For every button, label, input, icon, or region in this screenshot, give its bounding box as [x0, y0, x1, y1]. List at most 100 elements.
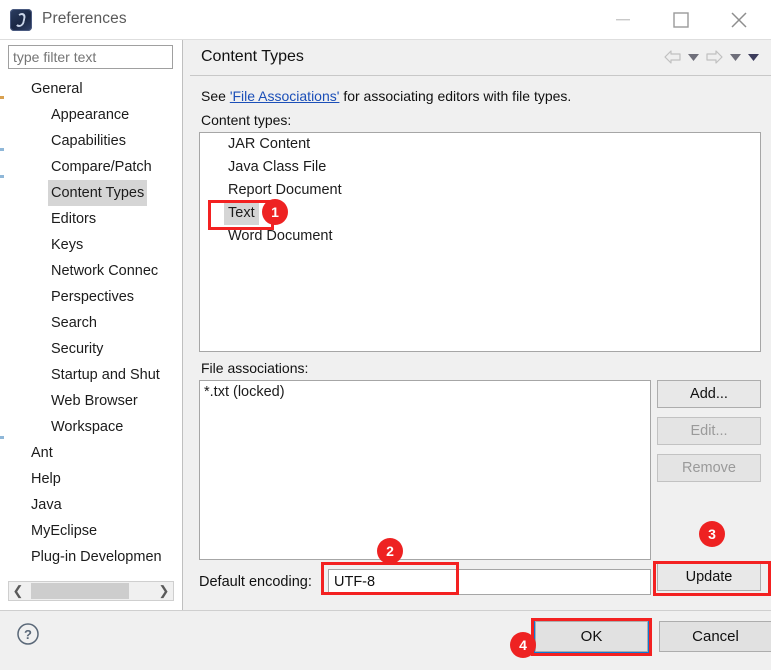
content-type-row[interactable]: Text: [200, 202, 760, 225]
content-type-row[interactable]: JAR Content: [200, 133, 760, 156]
sidebar-item-capabilities[interactable]: Capabilities: [0, 128, 183, 154]
sidebar-item-label: Security: [51, 341, 104, 357]
sidebar-item-search[interactable]: Search: [0, 310, 183, 336]
sidebar-horizontal-scrollbar[interactable]: ❮ ❯: [8, 581, 174, 601]
sidebar-item-general[interactable]: General: [0, 76, 183, 102]
sidebar-item-label: Workspace: [51, 419, 124, 435]
myeclipse-icon: [10, 9, 32, 31]
file-association-row[interactable]: *.txt (locked): [200, 381, 650, 403]
default-encoding-label: Default encoding:: [199, 574, 312, 590]
sidebar-item-label: Keys: [51, 237, 84, 253]
sidebar-item-java[interactable]: Java: [0, 492, 183, 518]
file-association-label: *.txt (locked): [204, 384, 285, 400]
update-button[interactable]: Update: [657, 563, 761, 591]
content-type-label: Java Class File: [228, 159, 327, 175]
sidebar-item-label: MyEclipse: [31, 523, 98, 539]
close-icon: [731, 11, 747, 28]
content-types-list[interactable]: JAR Content Java Class File Report Documen…: [199, 132, 761, 352]
preferences-tree[interactable]: General Appearance Capabilities Compare/Pat…: [0, 76, 183, 574]
sidebar-item-label: Java: [31, 497, 62, 513]
dialog-footer: [0, 610, 771, 670]
sidebar-item-web-browser[interactable]: Web Browser: [0, 388, 183, 414]
content-pane: Content Types See 'File Associations' fo…: [190, 40, 771, 610]
sidebar-item-content-types[interactable]: Content Types: [0, 180, 183, 206]
minimize-icon: [616, 18, 630, 20]
edit-button: Edit...: [657, 417, 761, 445]
preferences-sidebar: General Appearance Capabilities Compare/Pat…: [0, 40, 183, 610]
sidebar-item-compare-patch[interactable]: Compare/Patch: [0, 154, 183, 180]
sidebar-item-appearance[interactable]: Appearance: [0, 102, 183, 128]
page-title: Content Types: [201, 48, 304, 65]
sidebar-item-pulse[interactable]: Pulse: [0, 570, 183, 574]
remove-button: Remove: [657, 454, 761, 482]
sidebar-item-security[interactable]: Security: [0, 336, 183, 362]
content-header: Content Types: [190, 44, 771, 76]
help-question-icon[interactable]: ?: [16, 622, 40, 646]
preferences-dialog: Preferences General Appearance Capabilitie…: [0, 0, 771, 670]
sidebar-item-perspectives[interactable]: Perspectives: [0, 284, 183, 310]
scroll-right-arrow-icon[interactable]: ❯: [155, 582, 173, 600]
back-arrow-icon[interactable]: [664, 50, 681, 64]
sidebar-item-label: Compare/Patch: [51, 159, 152, 175]
sidebar-item-label: Pulse: [28, 570, 70, 574]
sidebar-item-editors[interactable]: Editors: [0, 206, 183, 232]
back-menu-chevron-down-icon[interactable]: [688, 53, 699, 61]
forward-menu-chevron-down-icon[interactable]: [730, 53, 741, 61]
sidebar-item-label: Web Browser: [51, 393, 138, 409]
sidebar-item-plug-in-developmen[interactable]: Plug-in Developmen: [0, 544, 183, 570]
content-type-label: Word Document: [228, 228, 333, 244]
maximize-button[interactable]: [658, 0, 704, 39]
sidebar-item-myeclipse[interactable]: MyEclipse: [0, 518, 183, 544]
sidebar-divider: [182, 40, 183, 610]
description-text: See 'File Associations' for associating …: [201, 88, 571, 104]
sidebar-item-keys[interactable]: Keys: [0, 232, 183, 258]
content-type-label: Text: [224, 202, 259, 225]
file-associations-list[interactable]: *.txt (locked): [199, 380, 651, 560]
add-button[interactable]: Add...: [657, 380, 761, 408]
close-button[interactable]: [716, 0, 762, 39]
tree-edge-mark: [0, 96, 4, 99]
forward-arrow-icon[interactable]: [706, 50, 723, 64]
sidebar-item-label: Editors: [51, 211, 97, 227]
description-prefix: See: [201, 88, 230, 104]
description-suffix: for associating editors with file types.: [339, 88, 572, 104]
sidebar-item-label: Search: [51, 315, 97, 331]
sidebar-item-label: Appearance: [51, 107, 130, 123]
title-bar: Preferences: [0, 0, 771, 40]
sidebar-item-label: General: [31, 81, 83, 97]
content-type-label: Report Document: [228, 182, 342, 198]
sidebar-item-label: Ant: [31, 445, 53, 461]
sidebar-item-label: Content Types: [48, 180, 148, 206]
svg-text:?: ?: [24, 627, 32, 642]
default-encoding-input[interactable]: [328, 569, 651, 595]
file-associations-label: File associations:: [201, 360, 309, 376]
content-types-label: Content types:: [201, 112, 292, 128]
scrollbar-thumb[interactable]: [31, 583, 129, 599]
tree-edge-mark: [0, 436, 4, 439]
file-associations-link[interactable]: 'File Associations': [230, 88, 340, 104]
sidebar-item-label: Plug-in Developmen: [31, 549, 162, 565]
content-type-row[interactable]: Java Class File: [200, 156, 760, 179]
ok-button[interactable]: OK: [535, 621, 648, 652]
maximize-icon: [673, 11, 689, 28]
filter-input[interactable]: [8, 45, 173, 69]
view-menu-chevron-down-icon[interactable]: [748, 53, 759, 61]
sidebar-item-label: Capabilities: [51, 133, 126, 149]
content-type-label: JAR Content: [228, 136, 311, 152]
sidebar-item-ant[interactable]: Ant: [0, 440, 183, 466]
content-type-row[interactable]: Word Document: [200, 225, 760, 248]
sidebar-item-label: Network Connec: [51, 263, 159, 279]
sidebar-item-label: Help: [31, 471, 61, 487]
sidebar-item-help[interactable]: Help: [0, 466, 183, 492]
tree-edge-mark: [0, 148, 4, 151]
sidebar-item-startup-and-shut[interactable]: Startup and Shut: [0, 362, 183, 388]
sidebar-item-label: Startup and Shut: [51, 367, 160, 383]
sidebar-item-label: Perspectives: [51, 289, 135, 305]
minimize-button[interactable]: [600, 0, 646, 39]
scroll-left-arrow-icon[interactable]: ❮: [9, 582, 27, 600]
cancel-button[interactable]: Cancel: [659, 621, 771, 652]
sidebar-item-workspace[interactable]: Workspace: [0, 414, 183, 440]
sidebar-item-network-connec[interactable]: Network Connec: [0, 258, 183, 284]
content-type-row[interactable]: Report Document: [200, 179, 760, 202]
page-navigation-toolbar: [664, 50, 759, 64]
